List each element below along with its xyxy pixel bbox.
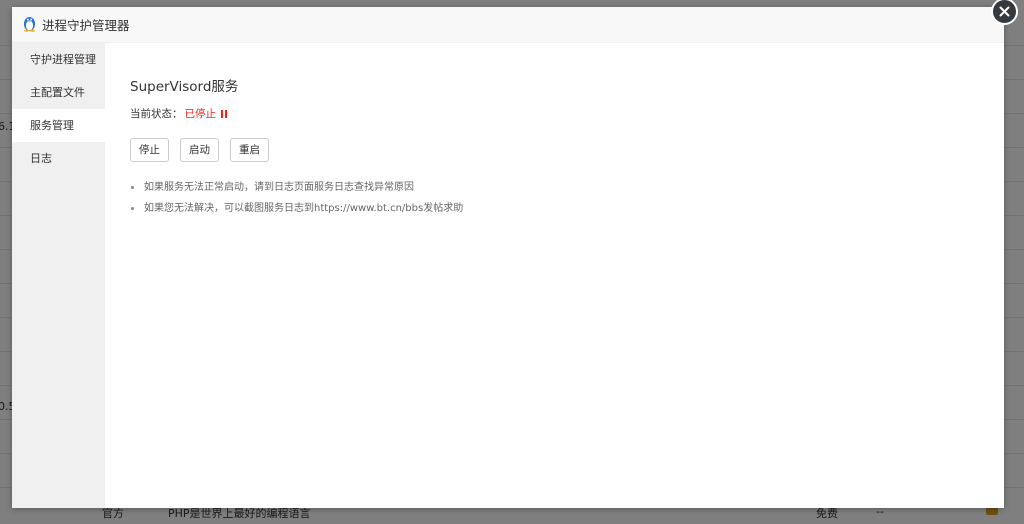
service-title: SuperVisord服务 bbox=[130, 79, 239, 95]
sidebar-item-service-management[interactable]: 服务管理 bbox=[12, 109, 105, 142]
sidebar-item-logs[interactable]: 日志 bbox=[12, 142, 105, 175]
dialog-title: 进程守护管理器 bbox=[42, 18, 130, 33]
status-label: 当前状态： bbox=[130, 108, 183, 120]
status-value: 已停止 bbox=[184, 108, 217, 120]
stop-button[interactable]: 停止 bbox=[130, 138, 169, 162]
pause-icon bbox=[221, 109, 227, 118]
list-item: 如果服务无法正常启动，请到日志页面服务日志查找异常原因 bbox=[130, 177, 463, 198]
start-button[interactable]: 启动 bbox=[180, 138, 219, 162]
close-icon bbox=[999, 2, 1010, 21]
service-actions: 停止 启动 重启 bbox=[130, 138, 280, 162]
dialog-header: 进程守护管理器 bbox=[12, 7, 1004, 43]
help-tips: 如果服务无法正常启动，请到日志页面服务日志查找异常原因 如果您无法解决，可以截图… bbox=[130, 177, 463, 219]
process-manager-dialog: 进程守护管理器 守护进程管理 主配置文件 服务管理 日志 SuperVisord… bbox=[12, 0, 1018, 508]
restart-button[interactable]: 重启 bbox=[230, 138, 269, 162]
service-status: 当前状态： 已停止 bbox=[130, 106, 227, 121]
service-panel: SuperVisord服务 当前状态： 已停止 停止 启动 重启 如果服务无法正… bbox=[105, 43, 1004, 508]
penguin-icon bbox=[22, 14, 37, 36]
sidebar-item-main-config[interactable]: 主配置文件 bbox=[12, 76, 105, 109]
dialog-sidebar: 守护进程管理 主配置文件 服务管理 日志 bbox=[12, 43, 105, 508]
sidebar-item-daemon-management[interactable]: 守护进程管理 bbox=[12, 43, 105, 76]
list-item: 如果您无法解决，可以截图服务日志到https://www.bt.cn/bbs发帖… bbox=[130, 198, 463, 219]
